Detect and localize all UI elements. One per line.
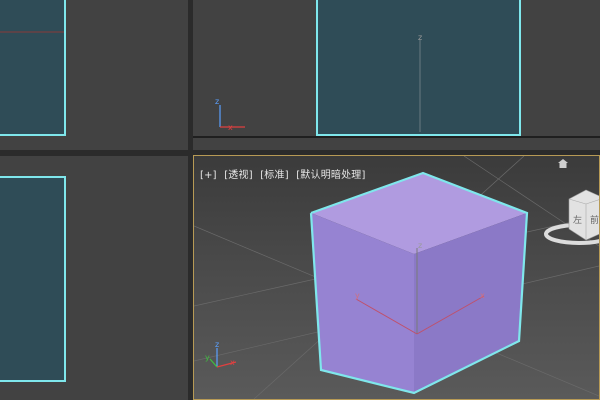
viewport-grid-edge xyxy=(193,136,600,138)
viewport-grid-tl xyxy=(0,31,64,33)
selected-box-3d[interactable] xyxy=(309,171,529,395)
viewport-overlay-tr: z z x xyxy=(215,33,422,132)
svg-text:z: z xyxy=(215,340,219,349)
svg-text:x: x xyxy=(230,358,235,367)
svg-text:y: y xyxy=(355,291,360,300)
viewcube[interactable]: 左 前 xyxy=(544,159,599,245)
viewport-top-left[interactable] xyxy=(0,0,188,150)
svg-text:x: x xyxy=(228,123,233,132)
viewport-bottom-left[interactable] xyxy=(0,156,188,400)
selected-box-ortho[interactable] xyxy=(0,176,66,382)
viewport-perspective[interactable]: [+] [透视] [标准] [默认明暗处理] z x y z y x 左 前 xyxy=(193,155,600,400)
svg-text:y: y xyxy=(205,353,210,362)
viewcube-face-front: 前 xyxy=(590,214,599,226)
z-axis-label: z xyxy=(418,33,422,42)
home-icon[interactable] xyxy=(558,159,568,168)
viewport-layout: z z x [+] [透视] [标准] [默认明暗处理] z x y z y x… xyxy=(0,0,600,400)
perspective-scene: z x y z y x 左 前 xyxy=(194,156,599,399)
viewcube-face-left: 左 xyxy=(573,214,582,226)
axis-tripod-icon: z y x xyxy=(205,340,237,368)
svg-text:z: z xyxy=(215,97,219,106)
axis-tripod-icon: z x xyxy=(215,97,245,132)
viewport-top-right[interactable]: z z x xyxy=(193,0,600,150)
svg-text:x: x xyxy=(480,291,485,300)
svg-text:z: z xyxy=(418,241,422,250)
